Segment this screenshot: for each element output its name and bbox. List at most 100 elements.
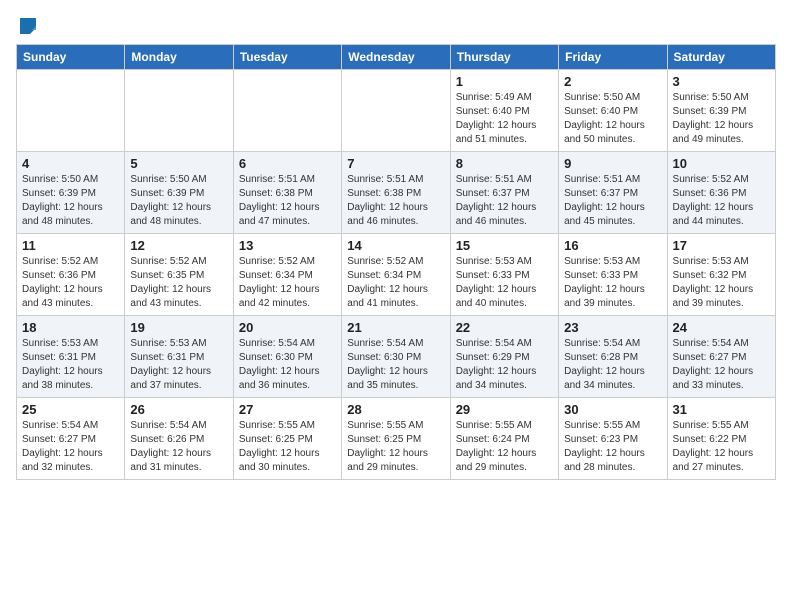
day-content: Sunrise: 5:53 AMSunset: 6:33 PMDaylight:… xyxy=(564,255,661,311)
day-cell xyxy=(342,70,450,152)
day-cell xyxy=(17,70,125,152)
day-content: Sunrise: 5:49 AMSunset: 6:40 PMDaylight:… xyxy=(456,91,553,147)
day-number: 3 xyxy=(673,74,770,89)
weekday-monday: Monday xyxy=(125,45,233,70)
day-number: 10 xyxy=(673,156,770,171)
calendar: SundayMondayTuesdayWednesdayThursdayFrid… xyxy=(16,44,776,480)
day-cell: 18 Sunrise: 5:53 AMSunset: 6:31 PMDayligh… xyxy=(17,316,125,398)
day-cell: 14Sunrise: 5:52 AMSunset: 6:34 PMDayligh… xyxy=(342,234,450,316)
day-number: 26 xyxy=(130,402,227,417)
day-content: Sunrise: 5:52 AMSunset: 6:34 PMDaylight:… xyxy=(239,255,336,311)
day-cell: 31 Sunrise: 5:55 AMSunset: 6:22 PMDayligh… xyxy=(667,398,775,480)
day-content: Sunrise: 5:54 AMSunset: 6:26 PMDaylight:… xyxy=(130,419,227,475)
day-cell: 8 Sunrise: 5:51 AMSunset: 6:37 PMDaylight… xyxy=(450,152,558,234)
day-number: 13 xyxy=(239,238,336,253)
day-cell: 20Sunrise: 5:54 AMSunset: 6:30 PMDayligh… xyxy=(233,316,341,398)
day-cell: 22Sunrise: 5:54 AMSunset: 6:29 PMDayligh… xyxy=(450,316,558,398)
day-content: Sunrise: 5:53 AMSunset: 6:32 PMDaylight:… xyxy=(673,255,770,311)
day-content: Sunrise: 5:51 AMSunset: 6:37 PMDaylight:… xyxy=(456,173,553,229)
day-cell: 17 Sunrise: 5:53 AMSunset: 6:32 PMDayligh… xyxy=(667,234,775,316)
day-content: Sunrise: 5:53 AMSunset: 6:33 PMDaylight:… xyxy=(456,255,553,311)
week-row-1: 1 Sunrise: 5:49 AMSunset: 6:40 PMDaylight… xyxy=(17,70,776,152)
day-content: Sunrise: 5:55 AMSunset: 6:23 PMDaylight:… xyxy=(564,419,661,475)
day-cell: 12 Sunrise: 5:52 AMSunset: 6:35 PMDayligh… xyxy=(125,234,233,316)
day-number: 4 xyxy=(22,156,119,171)
day-cell: 25 Sunrise: 5:54 AMSunset: 6:27 PMDayligh… xyxy=(17,398,125,480)
day-cell: 2 Sunrise: 5:50 AMSunset: 6:40 PMDaylight… xyxy=(559,70,667,152)
day-cell: 3 Sunrise: 5:50 AMSunset: 6:39 PMDaylight… xyxy=(667,70,775,152)
day-content: Sunrise: 5:54 AMSunset: 6:27 PMDaylight:… xyxy=(22,419,119,475)
day-number: 9 xyxy=(564,156,661,171)
day-cell: 7 Sunrise: 5:51 AMSunset: 6:38 PMDaylight… xyxy=(342,152,450,234)
day-content: Sunrise: 5:53 AMSunset: 6:31 PMDaylight:… xyxy=(130,337,227,393)
day-cell: 6Sunrise: 5:51 AMSunset: 6:38 PMDaylight… xyxy=(233,152,341,234)
day-content: Sunrise: 5:53 AMSunset: 6:31 PMDaylight:… xyxy=(22,337,119,393)
weekday-friday: Friday xyxy=(559,45,667,70)
weekday-sunday: Sunday xyxy=(17,45,125,70)
day-cell: 11 Sunrise: 5:52 AMSunset: 6:36 PMDayligh… xyxy=(17,234,125,316)
week-row-3: 11 Sunrise: 5:52 AMSunset: 6:36 PMDayligh… xyxy=(17,234,776,316)
weekday-thursday: Thursday xyxy=(450,45,558,70)
weekday-saturday: Saturday xyxy=(667,45,775,70)
week-row-4: 18 Sunrise: 5:53 AMSunset: 6:31 PMDayligh… xyxy=(17,316,776,398)
day-number: 7 xyxy=(347,156,444,171)
day-content: Sunrise: 5:55 AMSunset: 6:25 PMDaylight:… xyxy=(239,419,336,475)
day-number: 31 xyxy=(673,402,770,417)
day-cell: 23Sunrise: 5:54 AMSunset: 6:28 PMDayligh… xyxy=(559,316,667,398)
day-number: 28 xyxy=(347,402,444,417)
week-row-2: 4 Sunrise: 5:50 AMSunset: 6:39 PMDaylight… xyxy=(17,152,776,234)
day-content: Sunrise: 5:52 AMSunset: 6:36 PMDaylight:… xyxy=(22,255,119,311)
day-number: 6 xyxy=(239,156,336,171)
day-content: Sunrise: 5:55 AMSunset: 6:24 PMDaylight:… xyxy=(456,419,553,475)
day-cell: 10Sunrise: 5:52 AMSunset: 6:36 PMDayligh… xyxy=(667,152,775,234)
day-number: 12 xyxy=(130,238,227,253)
day-number: 11 xyxy=(22,238,119,253)
header xyxy=(16,16,776,36)
day-content: Sunrise: 5:55 AMSunset: 6:22 PMDaylight:… xyxy=(673,419,770,475)
logo-icon xyxy=(18,16,38,36)
day-number: 20 xyxy=(239,320,336,335)
day-cell: 21 Sunrise: 5:54 AMSunset: 6:30 PMDayligh… xyxy=(342,316,450,398)
day-cell xyxy=(125,70,233,152)
day-content: Sunrise: 5:51 AMSunset: 6:38 PMDaylight:… xyxy=(347,173,444,229)
day-cell: 24Sunrise: 5:54 AMSunset: 6:27 PMDayligh… xyxy=(667,316,775,398)
day-cell: 29Sunrise: 5:55 AMSunset: 6:24 PMDayligh… xyxy=(450,398,558,480)
day-number: 18 xyxy=(22,320,119,335)
day-number: 25 xyxy=(22,402,119,417)
day-number: 30 xyxy=(564,402,661,417)
weekday-tuesday: Tuesday xyxy=(233,45,341,70)
day-cell: 30 Sunrise: 5:55 AMSunset: 6:23 PMDayligh… xyxy=(559,398,667,480)
day-content: Sunrise: 5:55 AMSunset: 6:25 PMDaylight:… xyxy=(347,419,444,475)
day-cell: 28 Sunrise: 5:55 AMSunset: 6:25 PMDayligh… xyxy=(342,398,450,480)
day-cell: 19Sunrise: 5:53 AMSunset: 6:31 PMDayligh… xyxy=(125,316,233,398)
day-number: 15 xyxy=(456,238,553,253)
day-number: 24 xyxy=(673,320,770,335)
day-content: Sunrise: 5:50 AMSunset: 6:40 PMDaylight:… xyxy=(564,91,661,147)
weekday-header: SundayMondayTuesdayWednesdayThursdayFrid… xyxy=(17,45,776,70)
day-content: Sunrise: 5:50 AMSunset: 6:39 PMDaylight:… xyxy=(673,91,770,147)
day-number: 8 xyxy=(456,156,553,171)
day-number: 22 xyxy=(456,320,553,335)
week-row-5: 25 Sunrise: 5:54 AMSunset: 6:27 PMDayligh… xyxy=(17,398,776,480)
day-cell: 4 Sunrise: 5:50 AMSunset: 6:39 PMDaylight… xyxy=(17,152,125,234)
day-number: 1 xyxy=(456,74,553,89)
day-cell xyxy=(233,70,341,152)
day-number: 2 xyxy=(564,74,661,89)
day-cell: 26 Sunrise: 5:54 AMSunset: 6:26 PMDayligh… xyxy=(125,398,233,480)
day-number: 27 xyxy=(239,402,336,417)
day-cell: 27 Sunrise: 5:55 AMSunset: 6:25 PMDayligh… xyxy=(233,398,341,480)
logo xyxy=(16,16,40,36)
day-cell: 16Sunrise: 5:53 AMSunset: 6:33 PMDayligh… xyxy=(559,234,667,316)
day-cell: 13 Sunrise: 5:52 AMSunset: 6:34 PMDayligh… xyxy=(233,234,341,316)
day-content: Sunrise: 5:52 AMSunset: 6:35 PMDaylight:… xyxy=(130,255,227,311)
calendar-body: 1 Sunrise: 5:49 AMSunset: 6:40 PMDaylight… xyxy=(17,70,776,480)
day-cell: 1 Sunrise: 5:49 AMSunset: 6:40 PMDaylight… xyxy=(450,70,558,152)
weekday-wednesday: Wednesday xyxy=(342,45,450,70)
day-content: Sunrise: 5:54 AMSunset: 6:30 PMDaylight:… xyxy=(347,337,444,393)
day-content: Sunrise: 5:50 AMSunset: 6:39 PMDaylight:… xyxy=(130,173,227,229)
day-number: 23 xyxy=(564,320,661,335)
day-number: 17 xyxy=(673,238,770,253)
day-number: 21 xyxy=(347,320,444,335)
day-content: Sunrise: 5:52 AMSunset: 6:34 PMDaylight:… xyxy=(347,255,444,311)
day-content: Sunrise: 5:50 AMSunset: 6:39 PMDaylight:… xyxy=(22,173,119,229)
